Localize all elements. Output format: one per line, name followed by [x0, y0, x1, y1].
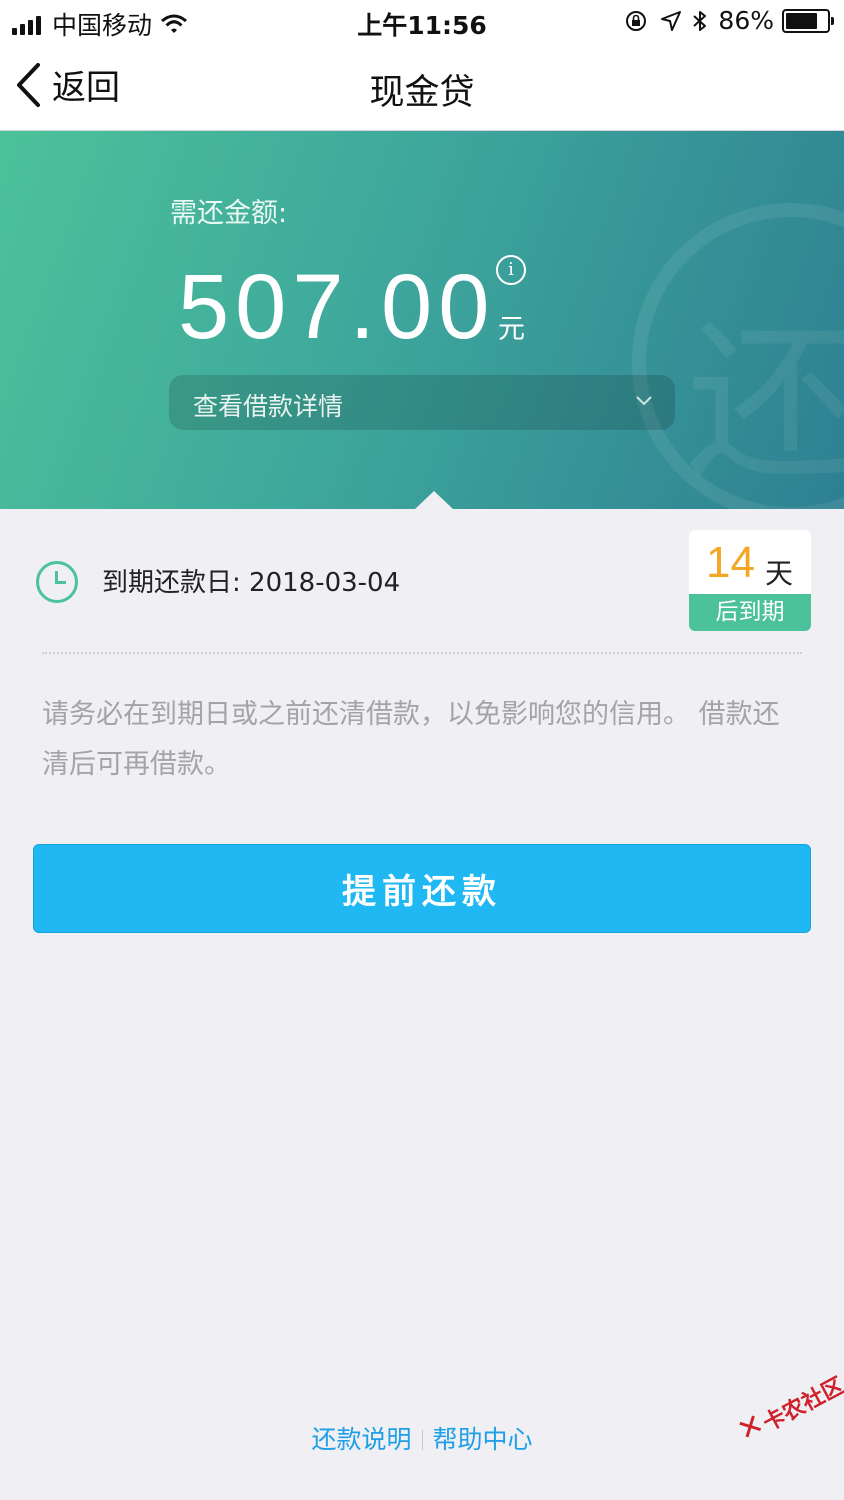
days-suffix: 后到期: [689, 594, 811, 631]
repayment-info-link[interactable]: 还款说明: [311, 1425, 411, 1454]
clock-icon: [36, 561, 78, 603]
status-bar: 中国移动 上午11:56 86%: [0, 0, 844, 42]
repayment-notice: 请务必在到期日或之前还清借款，以免影响您的信用。 借款还清后可再借款。: [42, 699, 780, 780]
bluetooth-icon: [693, 10, 707, 31]
days-unit: 天: [765, 557, 794, 590]
page-title: 现金贷: [369, 73, 475, 113]
loan-details-label: 查看借款详情: [193, 392, 344, 421]
loan-details-toggle[interactable]: 查看借款详情: [169, 375, 675, 430]
chevron-down-icon: [636, 396, 652, 406]
panel-pointer: [414, 491, 454, 510]
footer-separator: [421, 1430, 423, 1450]
days-number: 14: [706, 538, 755, 587]
amount-value: 507.00: [178, 256, 496, 358]
days-count: 14 天: [689, 530, 811, 594]
footer-links: 还款说明 帮助中心: [0, 1420, 844, 1456]
help-center-link[interactable]: 帮助中心: [433, 1425, 533, 1454]
nav-bar: 返回 现金贷: [0, 42, 844, 131]
divider: [42, 652, 802, 654]
amount-label: 需还金额:: [170, 198, 288, 229]
battery-icon: [782, 8, 834, 33]
days-remaining-badge: 14 天 后到期: [689, 530, 811, 631]
repay-watermark-icon: 还: [632, 203, 844, 509]
battery-percent: 86%: [718, 6, 774, 35]
status-right: 86%: [624, 6, 834, 35]
amount-unit: 元: [498, 314, 525, 345]
location-icon: [661, 10, 682, 31]
due-date-label: 到期还款日: 2018-03-04: [102, 568, 401, 598]
info-icon[interactable]: i: [496, 255, 526, 285]
watermark-char: 还: [686, 305, 844, 503]
amount-panel: 还 需还金额: 507.00 i 元 查看借款详情: [0, 131, 844, 509]
rotation-lock-icon: [626, 10, 647, 31]
early-repayment-button[interactable]: 提前还款: [33, 844, 811, 933]
